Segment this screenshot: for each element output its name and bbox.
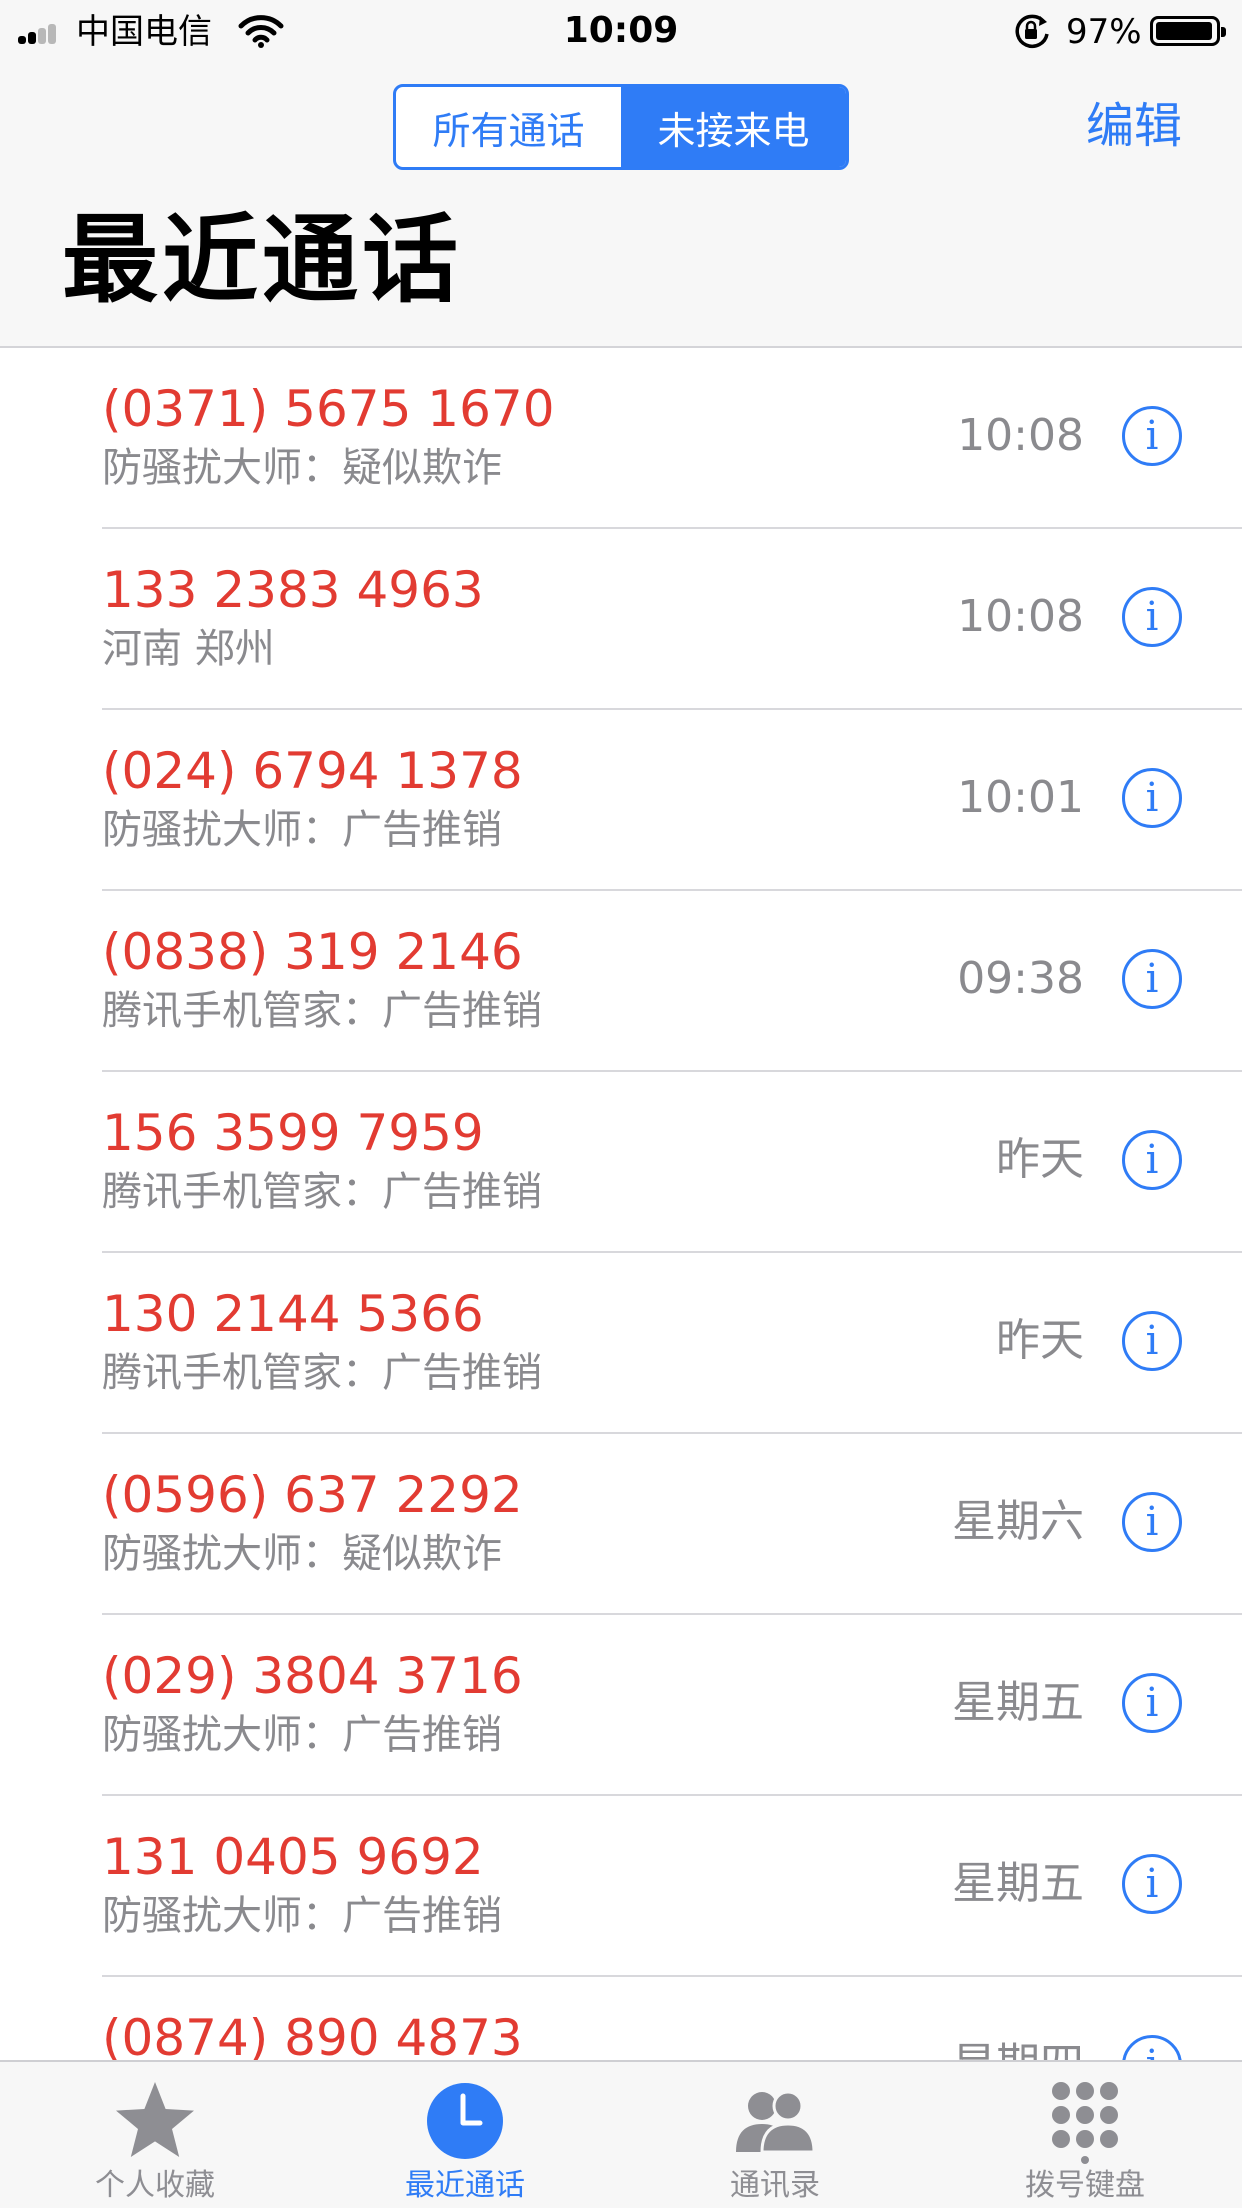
caller-detail: 防骚扰大师：广告推销 [102, 1893, 502, 1939]
caller-number: 130 2144 5366 [102, 1285, 484, 1343]
caller-number: (0371) 5675 1670 [102, 380, 555, 438]
call-time: 昨天 [996, 1315, 1084, 1366]
caller-number: (024) 6794 1378 [102, 742, 523, 800]
segment-missed-calls[interactable]: 未接来电 [621, 87, 846, 167]
call-time: 星期四 [952, 2037, 1084, 2060]
info-icon[interactable]: i [1122, 1492, 1182, 1552]
status-bar: 中国电信 10:09 97% [0, 0, 1242, 62]
star-icon [116, 2082, 194, 2157]
call-row[interactable]: (0874) 890 4873 星期四 i [0, 1977, 1242, 2060]
tab-contacts[interactable]: 通讯录 [620, 2062, 930, 2208]
info-icon[interactable]: i [1122, 587, 1182, 647]
caller-detail: 腾讯手机管家：广告推销 [102, 988, 542, 1034]
call-time: 10:01 [957, 772, 1084, 823]
status-time: 10:09 [563, 10, 679, 51]
edit-button[interactable]: 编辑 [1086, 96, 1182, 156]
info-icon[interactable]: i [1122, 2035, 1182, 2060]
rotation-lock-icon [1015, 14, 1049, 49]
caller-detail: 河南 郑州 [102, 626, 275, 672]
caller-number: 156 3599 7959 [102, 1104, 484, 1162]
call-time: 星期五 [952, 1677, 1084, 1728]
call-row[interactable]: (0371) 5675 1670 防骚扰大师：疑似欺诈 10:08 i [0, 348, 1242, 529]
caller-number: (0874) 890 4873 [102, 2009, 523, 2060]
tab-favorites[interactable]: 个人收藏 [0, 2062, 310, 2208]
tab-recents[interactable]: 最近通话 [310, 2062, 620, 2208]
page-title: 最近通话 [62, 204, 462, 316]
call-row[interactable]: (0596) 637 2292 防骚扰大师：疑似欺诈 星期六 i [0, 1434, 1242, 1615]
caller-detail: 防骚扰大师：广告推销 [102, 807, 502, 853]
recent-calls-list: (0371) 5675 1670 防骚扰大师：疑似欺诈 10:08 i 133 … [0, 348, 1242, 2060]
call-time: 星期五 [952, 1858, 1084, 1909]
battery-icon [1150, 16, 1226, 46]
tab-label: 拨号键盘 [1025, 2168, 1145, 2203]
caller-detail: 防骚扰大师：疑似欺诈 [102, 1531, 502, 1577]
call-time: 昨天 [996, 1134, 1084, 1185]
call-row[interactable]: (0838) 319 2146 腾讯手机管家：广告推销 09:38 i [0, 891, 1242, 1072]
info-icon[interactable]: i [1122, 949, 1182, 1009]
tab-label: 个人收藏 [95, 2168, 215, 2203]
call-row[interactable]: 130 2144 5366 腾讯手机管家：广告推销 昨天 i [0, 1253, 1242, 1434]
call-time: 10:08 [957, 410, 1084, 461]
caller-detail: 防骚扰大师：广告推销 [102, 1712, 502, 1758]
tab-keypad[interactable]: 拨号键盘 [930, 2062, 1240, 2208]
info-icon[interactable]: i [1122, 406, 1182, 466]
caller-detail: 腾讯手机管家：广告推销 [102, 1350, 542, 1396]
call-row[interactable]: 133 2383 4963 河南 郑州 10:08 i [0, 529, 1242, 710]
call-row[interactable]: 156 3599 7959 腾讯手机管家：广告推销 昨天 i [0, 1072, 1242, 1253]
call-filter-segmented-control: 所有通话 未接来电 [393, 84, 849, 170]
caller-number: 131 0405 9692 [102, 1828, 484, 1886]
clock-icon [427, 2083, 503, 2159]
tab-label: 通讯录 [730, 2168, 820, 2203]
battery-percentage: 97% [1066, 12, 1142, 52]
info-icon[interactable]: i [1122, 1854, 1182, 1914]
battery-level [1156, 22, 1212, 40]
caller-detail: 腾讯手机管家：广告推销 [102, 1169, 542, 1215]
call-row[interactable]: (024) 6794 1378 防骚扰大师：广告推销 10:01 i [0, 710, 1242, 891]
call-row[interactable]: 131 0405 9692 防骚扰大师：广告推销 星期五 i [0, 1796, 1242, 1977]
call-time: 10:08 [957, 591, 1084, 642]
call-time: 星期六 [952, 1496, 1084, 1547]
caller-number: (0838) 319 2146 [102, 923, 523, 981]
info-icon[interactable]: i [1122, 1130, 1182, 1190]
info-icon[interactable]: i [1122, 1673, 1182, 1733]
caller-number: (0596) 637 2292 [102, 1466, 523, 1524]
call-row[interactable]: (029) 3804 3716 防骚扰大师：广告推销 星期五 i [0, 1615, 1242, 1796]
navigation-header: 所有通话 未接来电 编辑 最近通话 [0, 62, 1242, 348]
keypad-icon [1052, 2082, 1118, 2164]
caller-number: 133 2383 4963 [102, 561, 484, 619]
segment-all-calls[interactable]: 所有通话 [396, 87, 621, 167]
caller-detail: 防骚扰大师：疑似欺诈 [102, 445, 502, 491]
contacts-icon [736, 2090, 816, 2154]
tab-bar: 个人收藏 最近通话 通讯录 拨号键盘 [0, 2060, 1242, 2208]
caller-number: (029) 3804 3716 [102, 1647, 523, 1705]
info-icon[interactable]: i [1122, 1311, 1182, 1371]
info-icon[interactable]: i [1122, 768, 1182, 828]
call-time: 09:38 [957, 953, 1084, 1004]
tab-label: 最近通话 [405, 2168, 525, 2203]
